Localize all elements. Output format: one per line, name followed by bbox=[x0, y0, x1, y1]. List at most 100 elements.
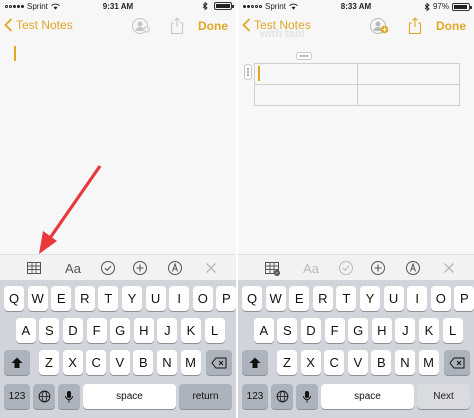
key-v[interactable]: V bbox=[347, 350, 368, 375]
delete-icon bbox=[211, 357, 227, 368]
key-b[interactable]: B bbox=[133, 350, 154, 375]
sketch-button[interactable] bbox=[404, 260, 422, 276]
note-table[interactable] bbox=[254, 63, 460, 106]
next-key[interactable]: Next bbox=[417, 384, 470, 409]
numbers-key[interactable]: 123 bbox=[4, 384, 30, 409]
key-l[interactable]: L bbox=[442, 318, 463, 343]
key-f[interactable]: F bbox=[86, 318, 107, 343]
key-z[interactable]: Z bbox=[277, 350, 297, 375]
key-y[interactable]: Y bbox=[122, 286, 142, 311]
key-p[interactable]: P bbox=[454, 286, 474, 311]
key-m[interactable]: M bbox=[418, 350, 439, 375]
numbers-key[interactable]: 123 bbox=[242, 384, 268, 409]
table-button[interactable] bbox=[263, 260, 281, 276]
key-h[interactable]: H bbox=[133, 318, 154, 343]
key-i[interactable]: I bbox=[407, 286, 428, 311]
globe-icon bbox=[38, 390, 50, 403]
key-n[interactable]: N bbox=[395, 350, 415, 375]
add-people-icon[interactable] bbox=[132, 17, 152, 35]
space-key[interactable]: space bbox=[83, 384, 176, 409]
shift-key[interactable] bbox=[4, 350, 30, 375]
table-cell[interactable] bbox=[254, 63, 358, 85]
key-a[interactable]: A bbox=[253, 318, 274, 343]
key-l[interactable]: L bbox=[204, 318, 225, 343]
globe-key[interactable] bbox=[33, 384, 55, 409]
key-w[interactable]: W bbox=[27, 286, 48, 311]
return-key[interactable]: return bbox=[179, 384, 232, 409]
key-s[interactable]: S bbox=[39, 318, 60, 343]
key-t[interactable]: T bbox=[336, 286, 357, 311]
key-k[interactable]: K bbox=[419, 318, 439, 343]
key-g[interactable]: G bbox=[348, 318, 369, 343]
key-s[interactable]: S bbox=[277, 318, 298, 343]
text-style-button[interactable]: Aa bbox=[300, 260, 322, 276]
sketch-button[interactable] bbox=[166, 260, 184, 276]
text-style-button[interactable]: Aa bbox=[62, 260, 84, 276]
status-time: 9:31 AM bbox=[102, 2, 134, 11]
key-u[interactable]: U bbox=[383, 286, 404, 311]
shift-key[interactable] bbox=[242, 350, 268, 375]
microphone-key[interactable] bbox=[58, 384, 80, 409]
key-j[interactable]: J bbox=[157, 318, 178, 343]
key-y[interactable]: Y bbox=[360, 286, 380, 311]
key-c[interactable]: C bbox=[324, 350, 345, 375]
key-j[interactable]: J bbox=[395, 318, 416, 343]
table-button[interactable] bbox=[25, 260, 43, 276]
key-m[interactable]: M bbox=[180, 350, 201, 375]
key-a[interactable]: A bbox=[15, 318, 36, 343]
key-z[interactable]: Z bbox=[39, 350, 59, 375]
add-button[interactable] bbox=[131, 260, 149, 276]
key-x[interactable]: X bbox=[300, 350, 321, 375]
key-o[interactable]: O bbox=[192, 286, 213, 311]
key-p[interactable]: P bbox=[216, 286, 236, 311]
key-e[interactable]: E bbox=[51, 286, 72, 311]
key-k[interactable]: K bbox=[181, 318, 201, 343]
shift-icon bbox=[11, 357, 23, 368]
key-b[interactable]: B bbox=[371, 350, 392, 375]
table-cell[interactable] bbox=[356, 63, 460, 85]
key-t[interactable]: T bbox=[98, 286, 119, 311]
note-body[interactable] bbox=[0, 40, 236, 254]
share-icon[interactable] bbox=[408, 17, 422, 35]
key-h[interactable]: H bbox=[371, 318, 392, 343]
key-u[interactable]: U bbox=[145, 286, 166, 311]
key-g[interactable]: G bbox=[110, 318, 131, 343]
table-cell[interactable] bbox=[254, 84, 358, 106]
key-e[interactable]: E bbox=[289, 286, 310, 311]
done-button[interactable]: Done bbox=[198, 19, 228, 33]
key-r[interactable]: R bbox=[74, 286, 95, 311]
status-right: 97% bbox=[424, 2, 472, 11]
checklist-button[interactable] bbox=[99, 260, 117, 276]
done-button[interactable]: Done bbox=[436, 19, 466, 33]
key-n[interactable]: N bbox=[157, 350, 177, 375]
add-people-icon[interactable] bbox=[370, 17, 390, 35]
back-button[interactable]: Test Notes bbox=[4, 18, 73, 32]
key-o[interactable]: O bbox=[430, 286, 451, 311]
share-icon[interactable] bbox=[170, 17, 184, 35]
add-button[interactable] bbox=[369, 260, 387, 276]
checklist-button[interactable] bbox=[337, 260, 355, 276]
close-toolbar-button[interactable] bbox=[202, 260, 220, 276]
key-d[interactable]: D bbox=[301, 318, 321, 343]
key-w[interactable]: W bbox=[265, 286, 286, 311]
key-x[interactable]: X bbox=[62, 350, 83, 375]
status-bar: Sprint 9:31 AM bbox=[0, 0, 236, 14]
delete-key[interactable] bbox=[206, 350, 232, 375]
key-d[interactable]: D bbox=[63, 318, 83, 343]
close-toolbar-button[interactable] bbox=[440, 260, 458, 276]
key-q[interactable]: Q bbox=[4, 286, 24, 311]
globe-key[interactable] bbox=[271, 384, 293, 409]
table-row-handle[interactable] bbox=[244, 64, 252, 80]
table-column-handle[interactable] bbox=[296, 52, 312, 60]
space-key[interactable]: space bbox=[321, 384, 414, 409]
key-c[interactable]: C bbox=[86, 350, 107, 375]
key-r[interactable]: R bbox=[312, 286, 333, 311]
delete-key[interactable] bbox=[444, 350, 470, 375]
key-f[interactable]: F bbox=[324, 318, 345, 343]
table-cell[interactable] bbox=[356, 84, 460, 106]
key-v[interactable]: V bbox=[109, 350, 130, 375]
microphone-key[interactable] bbox=[296, 384, 318, 409]
key-i[interactable]: I bbox=[169, 286, 190, 311]
key-q[interactable]: Q bbox=[242, 286, 262, 311]
close-icon bbox=[206, 263, 216, 273]
